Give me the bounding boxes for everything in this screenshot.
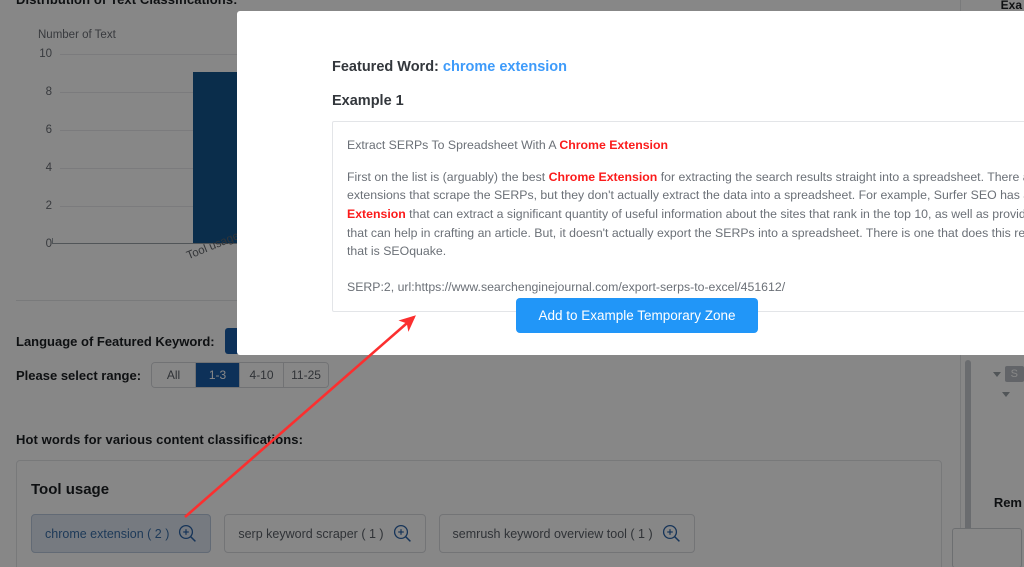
featured-word-value: chrome extension <box>442 59 567 75</box>
example-body-part-3: that can extract a significant quantity … <box>347 207 1024 259</box>
example-heading: Extract SERPs To Spreadsheet With A Chro… <box>347 136 1024 155</box>
example-body: First on the list is (arguably) the best… <box>347 168 1024 261</box>
example-heading-highlight: Chrome Extension <box>559 138 668 152</box>
example-body-highlight-1: Chrome Extension <box>548 169 658 184</box>
example-body-part-1: First on the list is (arguably) the best <box>347 169 549 184</box>
example-heading-text: Extract SERPs To Spreadsheet With A <box>347 138 560 152</box>
modal-content: Featured Word: chrome extension Example … <box>332 59 1024 312</box>
screen: Distribution of Text Classifications: Nu… <box>0 0 1024 567</box>
example-text-box: Extract SERPs To Spreadsheet With A Chro… <box>332 121 1024 312</box>
example-serp-url: SERP:2, url:https://www.searchenginejour… <box>347 280 786 295</box>
example-label: Example 1 <box>332 93 404 109</box>
featured-word-prefix: Featured Word: <box>332 59 439 75</box>
example-body-highlight-2: Extension <box>347 207 406 222</box>
modal-footer: Add to Example Temporary Zone <box>237 298 1024 333</box>
example-modal: Featured Word: chrome extension Example … <box>237 11 1024 355</box>
featured-word-line: Featured Word: chrome extension <box>332 59 1024 75</box>
add-to-example-temporary-zone-button[interactable]: Add to Example Temporary Zone <box>516 298 758 333</box>
